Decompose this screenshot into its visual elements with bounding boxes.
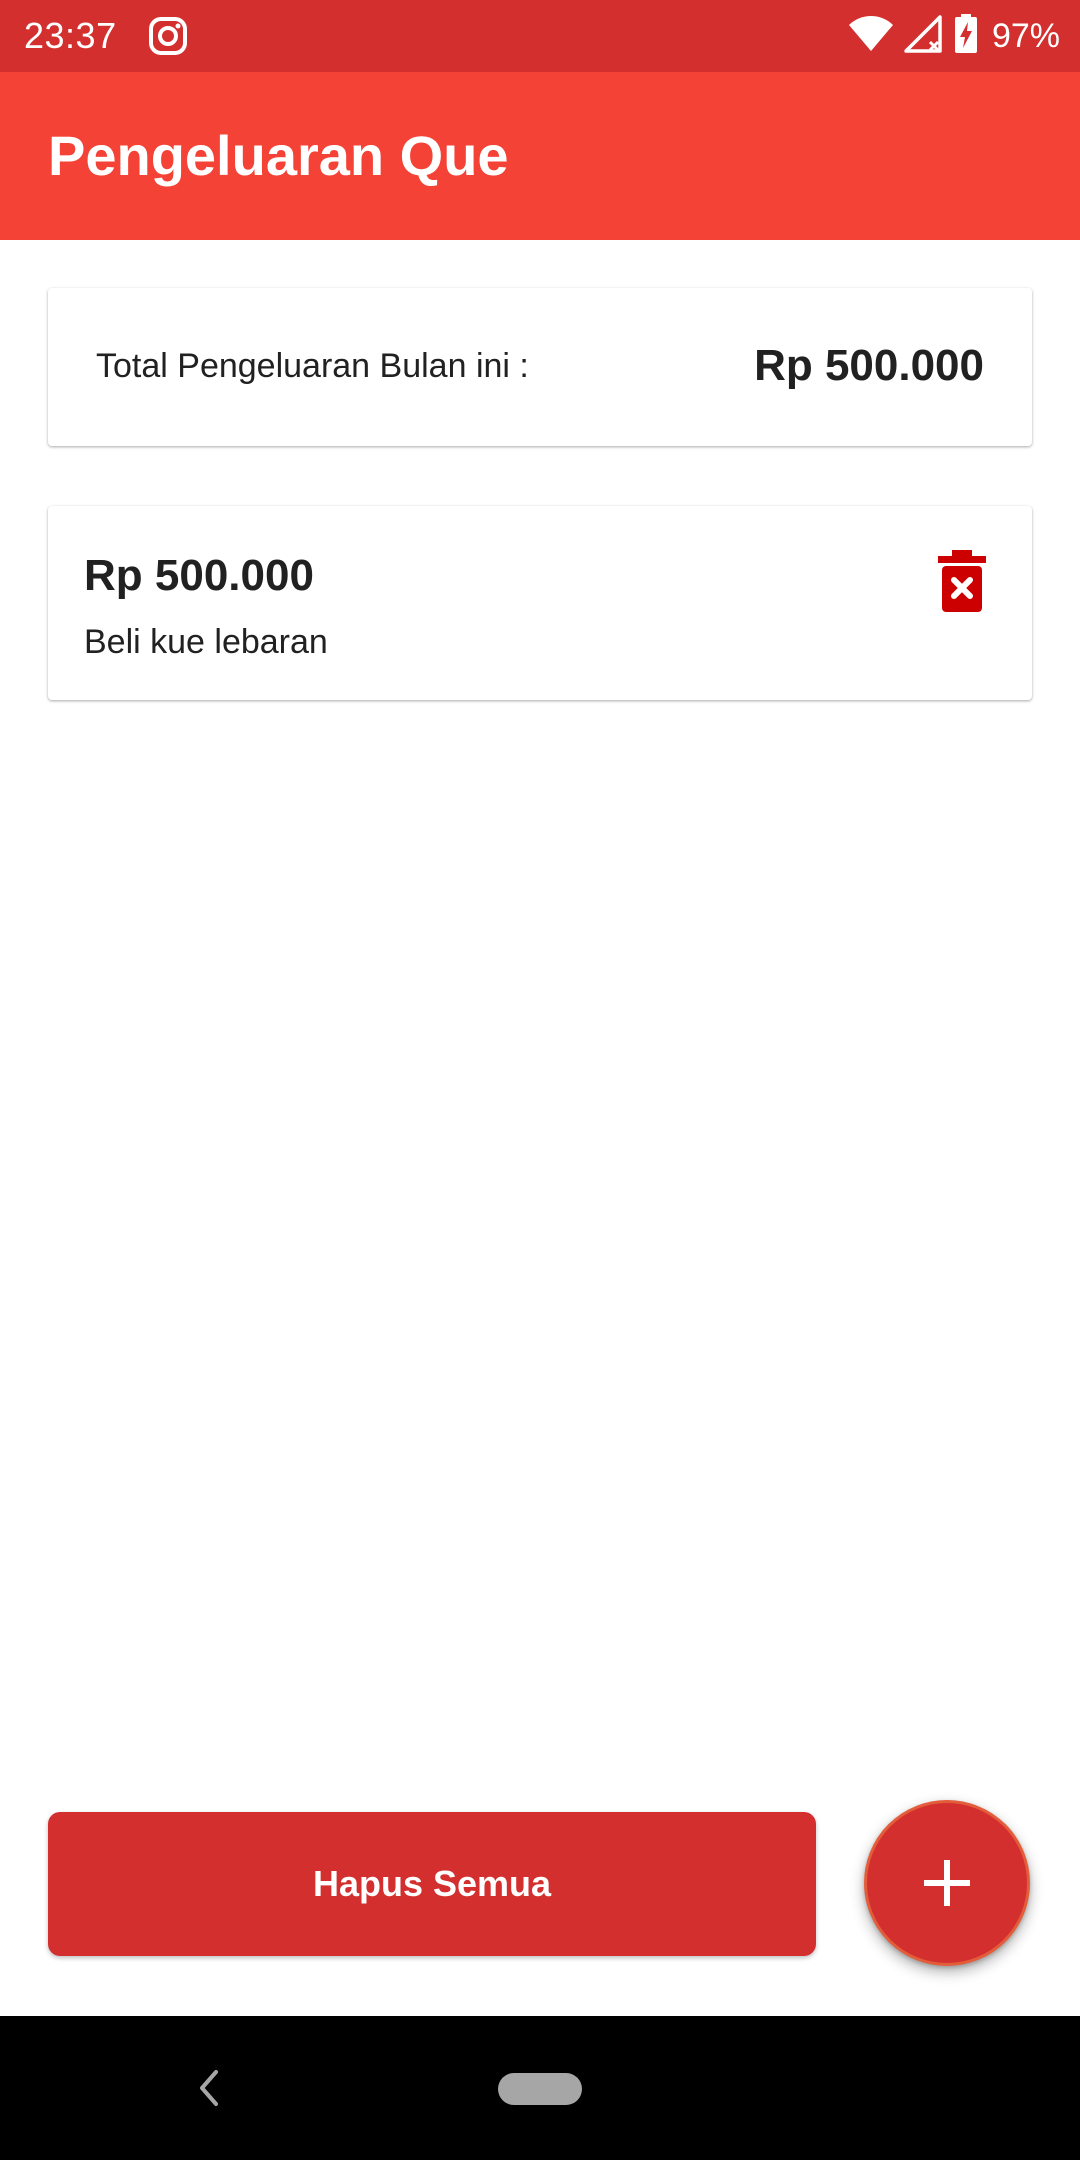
delete-icon[interactable]: [932, 548, 992, 614]
total-label: Total Pengeluaran Bulan ini :: [96, 347, 529, 385]
expense-description: Beli kue lebaran: [84, 623, 328, 661]
signal-off-icon: [904, 14, 944, 59]
home-pill-icon[interactable]: [498, 2073, 582, 2105]
app-bar: Pengeluaran Que: [0, 72, 1080, 240]
expense-list-item[interactable]: Rp 500.000 Beli kue lebaran: [48, 506, 1032, 700]
battery-percentage: 97%: [991, 17, 1060, 55]
status-bar: 23:37 97%: [0, 0, 1080, 72]
back-icon[interactable]: [188, 2060, 228, 2116]
expense-amount: Rp 500.000: [84, 551, 314, 600]
total-summary-card: Total Pengeluaran Bulan ini : Rp 500.000: [48, 288, 1032, 446]
plus-icon: [924, 1860, 970, 1906]
instagram-icon: [148, 16, 188, 56]
add-expense-button[interactable]: [864, 1800, 1030, 1966]
navigation-bar: [0, 2016, 1080, 2160]
battery-charging-icon: [954, 13, 978, 59]
status-icons: 97%: [848, 13, 1060, 59]
wifi-icon: [848, 15, 894, 58]
status-time: 23:37: [24, 15, 117, 56]
app-title: Pengeluaran Que: [48, 124, 509, 187]
clear-all-button[interactable]: Hapus Semua: [48, 1812, 816, 1956]
total-value: Rp 500.000: [754, 341, 984, 390]
